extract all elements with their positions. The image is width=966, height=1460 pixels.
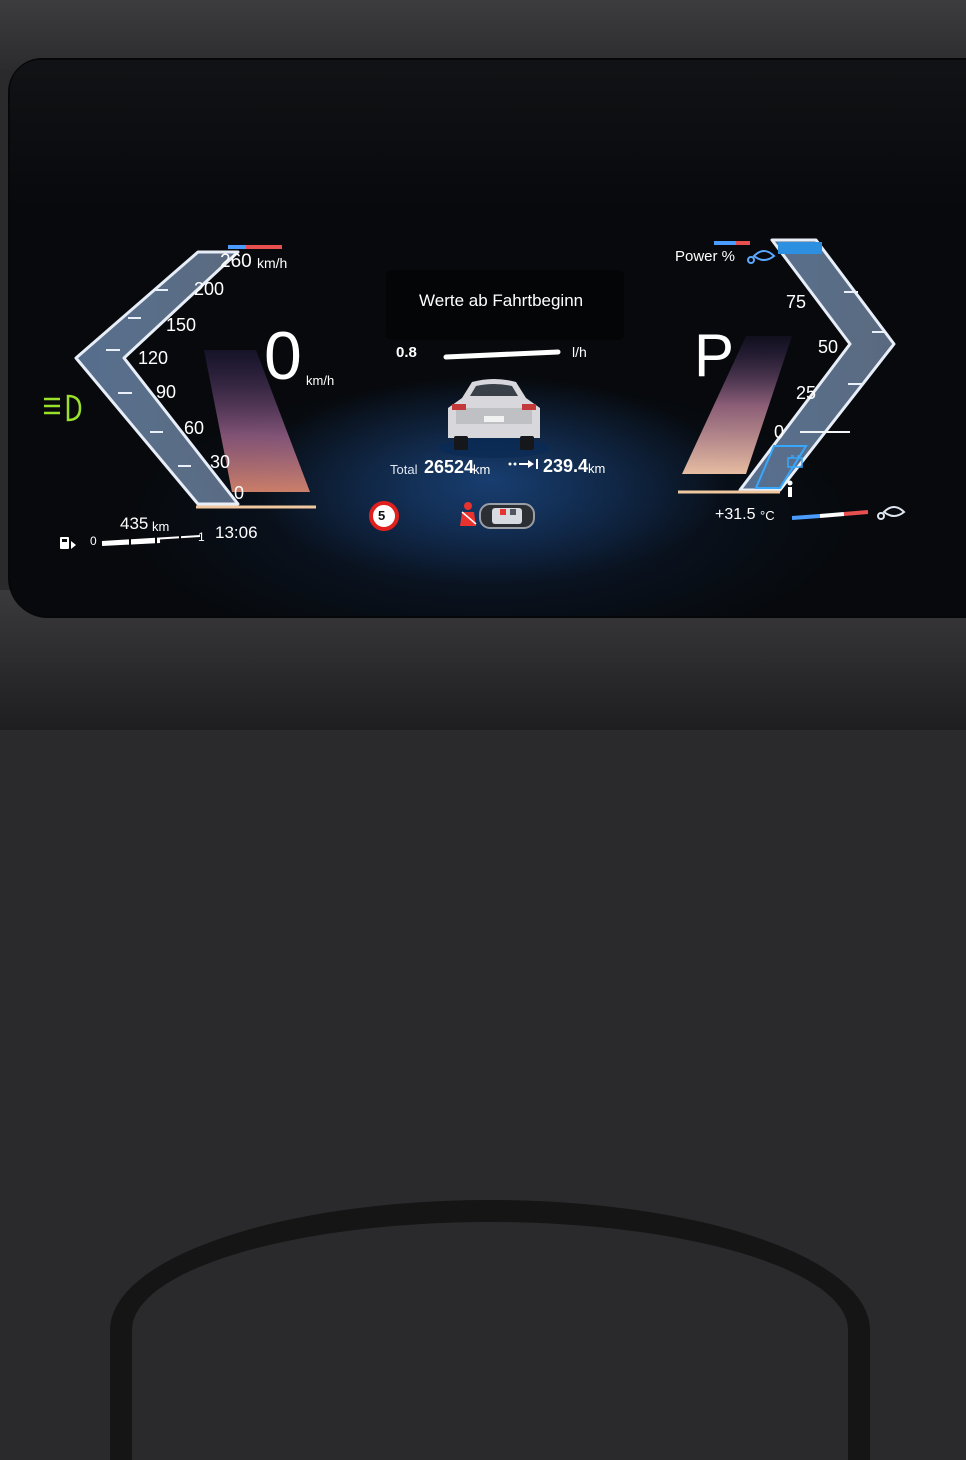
power-scale-25: 25 xyxy=(796,383,817,403)
temperature-bar xyxy=(791,510,869,520)
eco-leaf-icon-bottom xyxy=(877,506,906,520)
speed-scale-90: 90 xyxy=(156,382,177,402)
steering-wheel-rim xyxy=(110,1200,870,1460)
power-top-indicator xyxy=(778,242,822,254)
power-scale-50: 50 xyxy=(818,337,839,357)
consumption-value: 0.8 xyxy=(396,344,417,361)
fuel-pump-icon xyxy=(60,537,76,549)
fuel-min-label: 0 xyxy=(90,534,97,548)
headlight-icon xyxy=(44,394,82,422)
gear-indicator: P xyxy=(694,322,735,389)
fuel-max-label: 1 xyxy=(198,530,205,544)
speed-scale-30: 30 xyxy=(210,452,231,472)
trip-arrow-icon xyxy=(508,459,538,469)
speed-scale-0: 0 xyxy=(234,483,245,503)
speed-max-unit: km/h xyxy=(257,255,288,271)
total-unit: km xyxy=(473,462,491,477)
current-speed: 0 xyxy=(264,318,302,394)
current-speed-unit: km/h xyxy=(306,373,335,388)
car-top-view-icon xyxy=(479,503,535,529)
clock: 13:06 xyxy=(215,523,258,542)
speed-scale-150: 150 xyxy=(166,315,197,335)
trip-caption: Werte ab Fahrtbeginn xyxy=(419,291,584,310)
total-label: Total xyxy=(390,462,418,477)
speed-scale-60: 60 xyxy=(184,418,205,438)
consumption-unit: l/h xyxy=(572,344,587,360)
range-unit: km xyxy=(152,519,170,534)
fuel-level-bar xyxy=(101,535,201,546)
total-value: 26524 xyxy=(424,457,475,477)
power-title: Power % xyxy=(675,248,736,265)
power-scale-0: 0 xyxy=(774,422,785,442)
instrument-cluster-screen: 260 km/h 200 150 120 90 60 30 0 0 km/h W… xyxy=(10,60,966,616)
speed-scale-120: 120 xyxy=(138,348,169,368)
car-rear-view-icon xyxy=(438,379,550,458)
speed-limit-value: 5 xyxy=(378,508,386,523)
temperature-unit: °C xyxy=(760,508,775,523)
outside-temperature: +31.5 xyxy=(715,506,756,523)
speed-scale-260: 260 xyxy=(220,251,252,272)
speed-scale-200: 200 xyxy=(194,279,225,299)
info-marker-icon xyxy=(787,480,793,497)
seatbelt-warning-icon xyxy=(460,502,477,526)
power-scale-75: 75 xyxy=(786,292,807,312)
consumption-bar-fill xyxy=(443,349,561,360)
trip-value: 239.4 xyxy=(543,456,589,476)
eco-leaf-icon xyxy=(747,250,776,264)
trip-unit: km xyxy=(588,461,606,476)
range-value: 435 xyxy=(120,514,149,533)
